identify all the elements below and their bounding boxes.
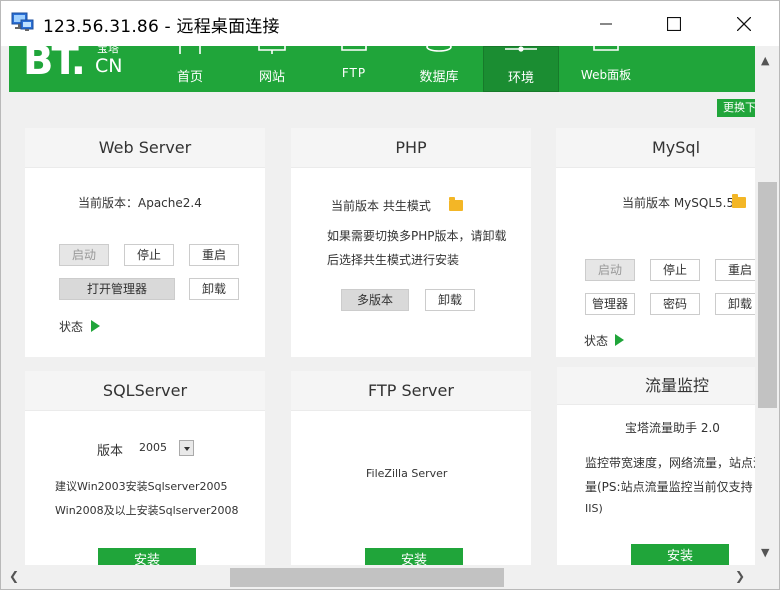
php-version-text: 当前版本 共生模式	[331, 199, 431, 213]
card-php: PHP 当前版本 共生模式 如果需要切换多PHP版本，请卸载 后选择共生模式进行…	[291, 128, 531, 357]
php-desc-line2: 后选择共生模式进行安装	[327, 253, 460, 267]
web-status-play-icon[interactable]	[91, 320, 100, 332]
traffic-install-button[interactable]: 安装	[631, 544, 729, 565]
web-version-text: 当前版本：Apache2.4	[78, 196, 202, 210]
card-traffic-monitor: 流量监控 宝塔流量助手 2.0 监控带宽速度，网络流量，站点流 量(PS:站点流…	[557, 367, 755, 565]
web-uninstall-button[interactable]: 卸载	[189, 278, 239, 300]
web-open-manager-button[interactable]: 打开管理器	[59, 278, 175, 300]
mysql-uninstall-button[interactable]: 卸载	[715, 293, 755, 315]
change-button[interactable]: 更换下	[717, 99, 755, 117]
nav-website[interactable]: 网站	[241, 46, 303, 92]
panel-icon	[592, 46, 620, 58]
ftp-install-button[interactable]: 安装	[365, 548, 463, 565]
nav-environment-label: 环境	[507, 71, 534, 86]
card-mysql-title: MySql	[556, 128, 755, 168]
maximize-button[interactable]	[651, 1, 697, 46]
card-web-server-title: Web Server	[25, 128, 265, 168]
minimize-icon	[600, 23, 612, 24]
mysql-manager-button[interactable]: 管理器	[585, 293, 635, 315]
mysql-stop-button[interactable]: 停止	[650, 259, 700, 281]
horizontal-scroll-thumb[interactable]	[230, 568, 504, 587]
bt-logo: BT.	[23, 46, 86, 84]
scroll-down-icon[interactable]: ▼	[761, 546, 769, 559]
mysql-password-button[interactable]: 密码	[650, 293, 700, 315]
maximize-icon	[667, 16, 681, 31]
mysql-status-label: 状态	[584, 334, 609, 348]
title-bar: 123.56.31.86 - 远程桌面连接	[1, 1, 779, 46]
mysql-status-play-icon[interactable]	[615, 334, 624, 346]
sqlserver-version-select[interactable]: 2005	[139, 441, 167, 454]
sqlserver-install-button[interactable]: 安装	[98, 548, 196, 565]
close-button[interactable]	[721, 1, 767, 46]
folder-icon	[340, 46, 368, 58]
nav-home[interactable]: 首页	[159, 46, 221, 92]
web-restart-button[interactable]: 重启	[189, 244, 239, 266]
nav-database[interactable]: 数据库	[405, 46, 473, 92]
scroll-left-icon[interactable]: ❮	[9, 569, 19, 583]
card-web-server: Web Server 当前版本：Apache2.4 启动 停止 重启 打开管理器…	[25, 128, 265, 357]
mysql-version-text: 当前版本 MySQL5.5	[622, 196, 735, 210]
php-uninstall-button[interactable]: 卸载	[425, 289, 475, 311]
vertical-scroll-thumb[interactable]	[758, 182, 777, 408]
traffic-desc-line1: 监控带宽速度，网络流量，站点流	[585, 456, 755, 470]
monitor-icon	[257, 46, 287, 58]
card-php-title: PHP	[291, 128, 531, 168]
mysql-start-button[interactable]: 启动	[585, 259, 635, 281]
remote-desktop-window: 123.56.31.86 - 远程桌面连接 BT. 宝塔 CN 首页 网站 FT…	[0, 0, 780, 590]
minimize-button[interactable]	[583, 1, 629, 46]
home-icon	[178, 46, 202, 58]
web-stop-button[interactable]: 停止	[124, 244, 174, 266]
sqlserver-desc-line1: 建议Win2003安装Sqlserver2005	[55, 480, 228, 493]
php-desc-line1: 如果需要切换多PHP版本，请卸载	[327, 229, 507, 243]
php-folder-icon[interactable]	[449, 197, 463, 211]
card-mysql: MySql 当前版本 MySQL5.5 启动 停止 重启 管理器 密码 卸载 状…	[556, 128, 755, 357]
nav-environment[interactable]: 环境	[483, 46, 559, 92]
card-sqlserver-title: SQLServer	[25, 371, 265, 411]
nav-website-label: 网站	[258, 70, 285, 85]
sqlserver-desc-line2: Win2008及以上安装Sqlserver2008	[55, 504, 239, 517]
web-start-button[interactable]: 启动	[59, 244, 109, 266]
card-traffic-monitor-title: 流量监控	[557, 367, 755, 405]
close-icon	[737, 16, 751, 31]
scroll-up-icon[interactable]: ▲	[761, 54, 769, 67]
window-title: 123.56.31.86 - 远程桌面连接	[43, 17, 280, 37]
nav-home-label: 首页	[176, 70, 203, 85]
web-status-label: 状态	[59, 320, 84, 334]
vertical-scrollbar[interactable]: ▲ ▼	[755, 46, 779, 565]
card-sqlserver: SQLServer 版本 2005 建议Win2003安装Sqlserver20…	[25, 371, 265, 565]
top-navigation: BT. 宝塔 CN 首页 网站 FTP 数据库 环境 Web面板	[9, 46, 755, 92]
nav-ftp-label: FTP	[341, 66, 367, 80]
scrollbar-corner	[755, 565, 779, 589]
card-ftp-server: FTP Server FileZilla Server 安装	[291, 371, 531, 565]
traffic-subtitle: 宝塔流量助手 2.0	[625, 421, 720, 435]
horizontal-scrollbar[interactable]: ❮ ❯	[1, 565, 755, 589]
mysql-restart-button[interactable]: 重启	[715, 259, 755, 281]
database-icon	[425, 46, 453, 58]
mysql-folder-icon[interactable]	[732, 194, 746, 208]
php-multi-version-button[interactable]: 多版本	[341, 289, 409, 311]
nav-ftp[interactable]: FTP	[323, 46, 385, 92]
traffic-desc-line3: IIS)	[585, 502, 603, 515]
bt-logo-cn: CN	[95, 55, 123, 77]
slider-icon	[503, 46, 539, 59]
nav-database-label: 数据库	[419, 70, 459, 85]
nav-webpanel-label: Web面板	[580, 68, 632, 82]
sqlserver-version-label: 版本	[97, 444, 124, 459]
scroll-right-icon[interactable]: ❯	[735, 569, 745, 583]
nav-webpanel[interactable]: Web面板	[571, 46, 641, 92]
traffic-desc-line2: 量(PS:站点流量监控当前仅支持	[585, 480, 753, 494]
chevron-down-icon[interactable]	[179, 440, 194, 456]
ftp-server-name: FileZilla Server	[366, 467, 448, 480]
remote-viewport: BT. 宝塔 CN 首页 网站 FTP 数据库 环境 Web面板 更换下 Web…	[1, 46, 755, 565]
remote-desktop-icon	[11, 12, 35, 34]
card-ftp-server-title: FTP Server	[291, 371, 531, 411]
